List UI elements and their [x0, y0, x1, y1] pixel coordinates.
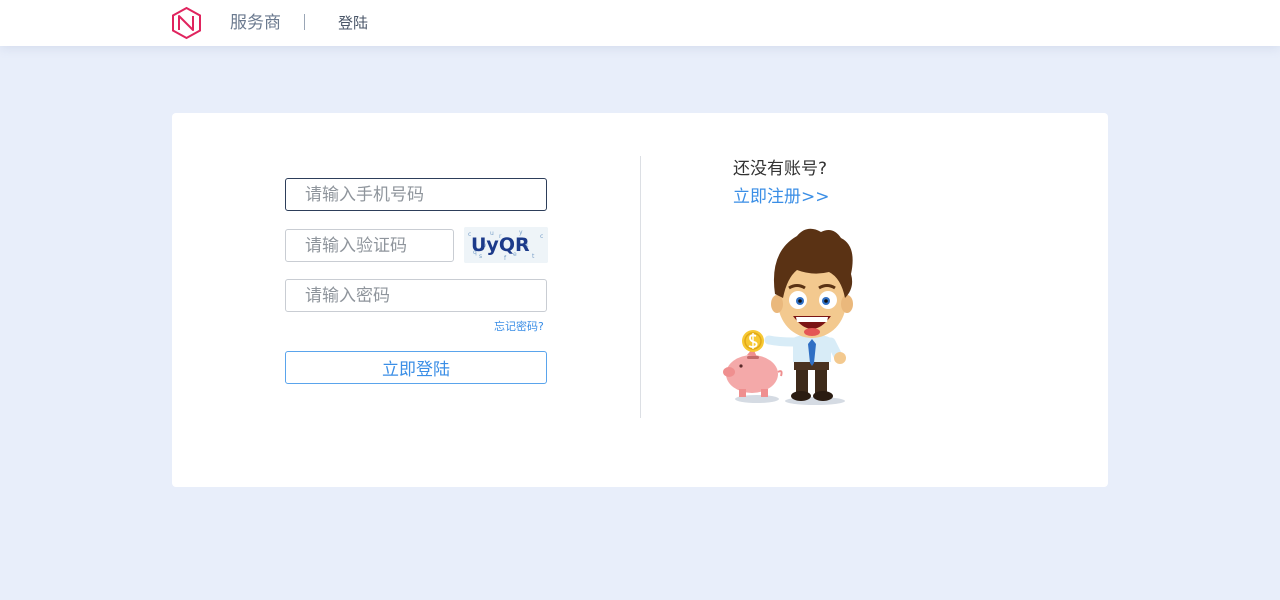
- login-nav-link[interactable]: 登陆: [338, 13, 368, 33]
- register-link[interactable]: 立即注册>>: [733, 185, 830, 209]
- vertical-divider: [640, 156, 641, 418]
- businessman-piggy-bank-illustration: [723, 228, 853, 405]
- top-header: 服务商 登陆: [0, 0, 1280, 46]
- svg-text:c: c: [540, 233, 543, 240]
- no-account-label: 还没有账号?: [733, 159, 828, 179]
- captcha-image[interactable]: csu fyt cev krq UyQR: [464, 227, 548, 263]
- forgot-password-link[interactable]: 忘记密码?: [494, 320, 544, 334]
- password-input[interactable]: [285, 279, 547, 312]
- captcha-graphic: csu fyt cev krq UyQR: [464, 227, 548, 263]
- login-card: csu fyt cev krq UyQR 忘记密码? 立即登陆 还没有账号? 立…: [172, 113, 1108, 487]
- header-divider: [304, 14, 305, 30]
- captcha-text: UyQR: [471, 234, 530, 256]
- phone-input[interactable]: [285, 178, 547, 211]
- login-button[interactable]: 立即登陆: [285, 351, 547, 384]
- service-provider-label: 服务商: [230, 13, 281, 33]
- logo-icon[interactable]: [170, 6, 203, 40]
- captcha-input[interactable]: [285, 229, 454, 262]
